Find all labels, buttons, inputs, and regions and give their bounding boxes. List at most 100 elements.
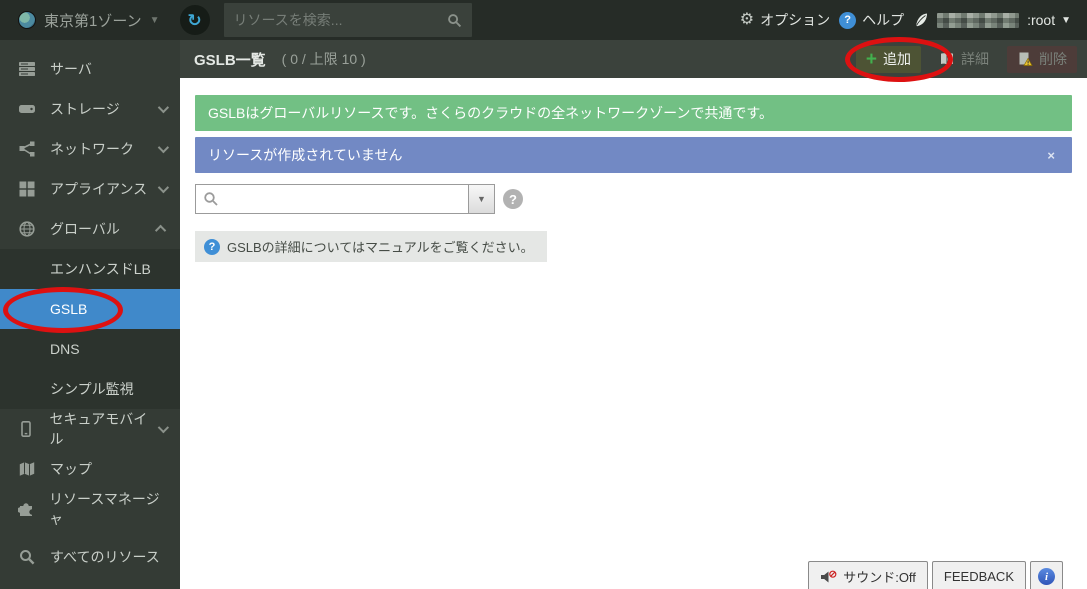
- sidebar-item-global[interactable]: グローバル: [0, 209, 180, 249]
- sidebar-item-label: サーバ: [50, 59, 92, 79]
- no-resource-banner: リソースが作成されていません ×: [195, 137, 1072, 173]
- sidebar-item-simple-monitor[interactable]: シンプル監視: [0, 369, 180, 409]
- sidebar-item-label: リソースマネージャ: [49, 489, 166, 529]
- zone-label: 東京第1ゾーン: [44, 10, 142, 31]
- info-button[interactable]: i: [1030, 561, 1063, 589]
- add-button[interactable]: + 追加: [856, 46, 921, 73]
- help-button[interactable]: ? ヘルプ: [839, 10, 904, 30]
- mobile-icon: [18, 421, 35, 438]
- search-icon: [203, 191, 219, 207]
- footer-buttons: サウンド:Off FEEDBACK i: [808, 561, 1063, 589]
- sidebar-item-server[interactable]: サーバ: [0, 49, 180, 89]
- chevron-down-icon: [158, 422, 169, 433]
- chevron-down-icon: [158, 142, 169, 153]
- sidebar-item-label: アプライアンス: [50, 179, 147, 199]
- feedback-label: FEEDBACK: [944, 569, 1014, 584]
- main-content: GSLB一覧 ( 0 / 上限 10 ) + 追加 詳細 削除: [180, 40, 1087, 589]
- account-menu[interactable]: :root ▼: [913, 12, 1071, 28]
- sidebar-item-storage[interactable]: ストレージ: [0, 89, 180, 129]
- resource-count: ( 0 / 上限 10 ): [282, 49, 366, 69]
- topbar: 東京第1ゾーン ▼ ↻ ⚙ オプション ? ヘルプ :root ▼: [0, 0, 1087, 40]
- gear-icon: ⚙: [740, 12, 754, 28]
- detail-button-label: 詳細: [961, 49, 989, 69]
- sidebar-item-label: ネットワーク: [50, 139, 134, 159]
- no-resource-banner-text: リソースが作成されていません: [208, 145, 402, 165]
- refresh-icon: ↻: [187, 12, 201, 29]
- search-icon: [447, 13, 462, 28]
- map-icon: [18, 461, 35, 478]
- header-buttons: + 追加 詳細 削除: [856, 46, 1077, 73]
- zone-selector[interactable]: 東京第1ゾーン ▼: [0, 10, 174, 31]
- search-icon: [18, 549, 35, 566]
- help-label: ヘルプ: [862, 10, 904, 30]
- account-name-blurred: [937, 13, 1019, 28]
- filter-dropdown-button[interactable]: ▼: [468, 185, 494, 213]
- filter-box: ▼: [195, 184, 495, 214]
- puzzle-icon: [18, 501, 34, 518]
- manual-note-text: GSLBの詳細についてはマニュアルをご覧ください。: [227, 237, 534, 256]
- filter-input[interactable]: [226, 185, 468, 213]
- delete-button[interactable]: 削除: [1007, 46, 1077, 73]
- sidebar-item-gslb[interactable]: GSLB: [0, 289, 180, 329]
- plus-icon: +: [866, 50, 877, 69]
- speaker-mute-icon: [820, 570, 837, 584]
- detail-button[interactable]: 詳細: [929, 46, 999, 73]
- global-resource-banner: GSLBはグローバルリソースです。さくらのクラウドの全ネットワークゾーンで共通で…: [195, 95, 1072, 131]
- refresh-button[interactable]: ↻: [180, 5, 210, 35]
- question-icon: ?: [204, 239, 220, 255]
- chevron-up-icon: [155, 225, 166, 236]
- options-label: オプション: [760, 10, 830, 30]
- filter-help-icon[interactable]: ?: [503, 189, 523, 209]
- main-body: GSLBはグローバルリソースです。さくらのクラウドの全ネットワークゾーンで共通で…: [180, 78, 1087, 262]
- chevron-down-icon: ▼: [477, 194, 486, 204]
- sidebar-item-appliance[interactable]: アプライアンス: [0, 169, 180, 209]
- sidebar-item-label: ストレージ: [50, 99, 120, 119]
- sidebar-item-enhanced-lb[interactable]: エンハンスドLB: [0, 249, 180, 289]
- global-search: [224, 3, 472, 37]
- topbar-right: ⚙ オプション ? ヘルプ :root ▼: [740, 10, 1087, 30]
- sidebar-item-label: GSLB: [50, 301, 87, 317]
- feather-icon: [913, 12, 929, 28]
- feedback-button[interactable]: FEEDBACK: [932, 561, 1026, 589]
- sidebar-item-label: エンハンスドLB: [50, 259, 151, 279]
- filter-row: ▼ ?: [195, 184, 1072, 214]
- chevron-down-icon: [158, 102, 169, 113]
- sidebar-item-label: シンプル監視: [50, 379, 134, 399]
- globe-icon: [18, 221, 35, 238]
- book-icon: [939, 51, 955, 67]
- network-icon: [18, 141, 35, 158]
- sidebar: サーバ ストレージ ネットワーク: [0, 40, 180, 589]
- sidebar-item-label: DNS: [50, 341, 80, 357]
- manual-note: ? GSLBの詳細についてはマニュアルをご覧ください。: [195, 231, 547, 262]
- close-icon[interactable]: ×: [1043, 148, 1059, 163]
- global-submenu: エンハンスドLB GSLB DNS シンプル監視: [0, 249, 180, 409]
- sidebar-item-dns[interactable]: DNS: [0, 329, 180, 369]
- sidebar-item-label: マップ: [50, 459, 92, 479]
- options-button[interactable]: ⚙ オプション: [740, 10, 830, 30]
- sound-toggle-label: サウンド:Off: [843, 567, 916, 586]
- sidebar-item-all-resources[interactable]: すべてのリソース: [0, 537, 180, 577]
- account-suffix: :root: [1027, 12, 1055, 28]
- global-search-input[interactable]: [234, 12, 447, 28]
- global-resource-banner-text: GSLBはグローバルリソースです。さくらのクラウドの全ネットワークゾーンで共通で…: [208, 103, 773, 123]
- info-icon: i: [1038, 568, 1055, 585]
- page-title: GSLB一覧: [194, 49, 266, 70]
- sound-toggle-button[interactable]: サウンド:Off: [808, 561, 928, 589]
- delete-warning-icon: [1017, 51, 1033, 67]
- storage-icon: [18, 101, 35, 118]
- sidebar-item-network[interactable]: ネットワーク: [0, 129, 180, 169]
- sidebar-item-map[interactable]: マップ: [0, 449, 180, 489]
- sidebar-item-secure-mobile[interactable]: セキュアモバイル: [0, 409, 180, 449]
- chevron-down-icon: ▼: [150, 15, 160, 26]
- chevron-down-icon: ▼: [1061, 15, 1071, 26]
- sidebar-item-label: すべてのリソース: [50, 547, 160, 567]
- sidebar-item-resource-manager[interactable]: リソースマネージャ: [0, 489, 180, 529]
- help-icon: ?: [839, 12, 856, 29]
- add-button-label: 追加: [883, 49, 911, 69]
- sidebar-item-label: セキュアモバイル: [50, 409, 159, 449]
- appliance-icon: [18, 181, 35, 198]
- sidebar-item-label: グローバル: [50, 219, 120, 239]
- delete-button-label: 削除: [1039, 49, 1067, 69]
- zone-globe-icon: [18, 11, 36, 29]
- content-header: GSLB一覧 ( 0 / 上限 10 ) + 追加 詳細 削除: [180, 40, 1087, 78]
